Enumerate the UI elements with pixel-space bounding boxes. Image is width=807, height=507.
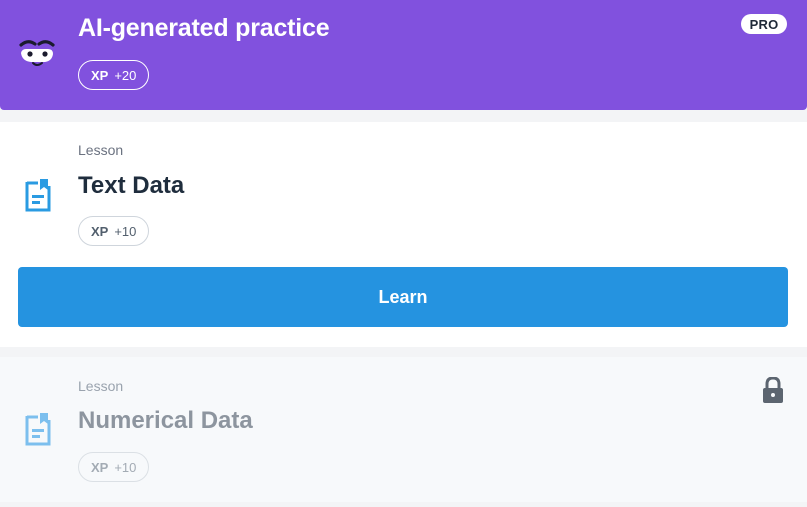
xp-badge: XP +20 xyxy=(78,60,150,90)
ai-practice-banner[interactable]: AI-generated practice XP +20 PRO xyxy=(0,0,807,110)
xp-label: XP xyxy=(91,67,109,83)
xp-value: +10 xyxy=(114,223,137,239)
lesson-kicker: Lesson xyxy=(78,378,124,394)
lesson-card-numerical-data: Lesson Numerical Data XP +10 xyxy=(0,357,807,502)
xp-value: +20 xyxy=(114,67,137,83)
lesson-kicker: Lesson xyxy=(78,142,124,158)
xp-label: XP xyxy=(91,223,109,239)
xp-label: XP xyxy=(91,459,109,475)
mascot-face-icon xyxy=(19,40,55,66)
document-icon xyxy=(25,179,51,212)
lesson-title: Numerical Data xyxy=(78,407,253,434)
lesson-title: Text Data xyxy=(78,172,185,199)
xp-value: +10 xyxy=(114,459,137,475)
lock-icon xyxy=(763,377,783,403)
document-icon xyxy=(25,413,51,446)
xp-badge: XP +10 xyxy=(78,216,150,246)
banner-title: AI-generated practice xyxy=(78,14,330,42)
lesson-card-text-data: Lesson Text Data XP +10 Learn xyxy=(0,122,807,347)
learn-button[interactable]: Learn xyxy=(18,267,788,327)
xp-badge: XP +10 xyxy=(78,452,150,482)
pro-badge: PRO xyxy=(741,14,787,34)
